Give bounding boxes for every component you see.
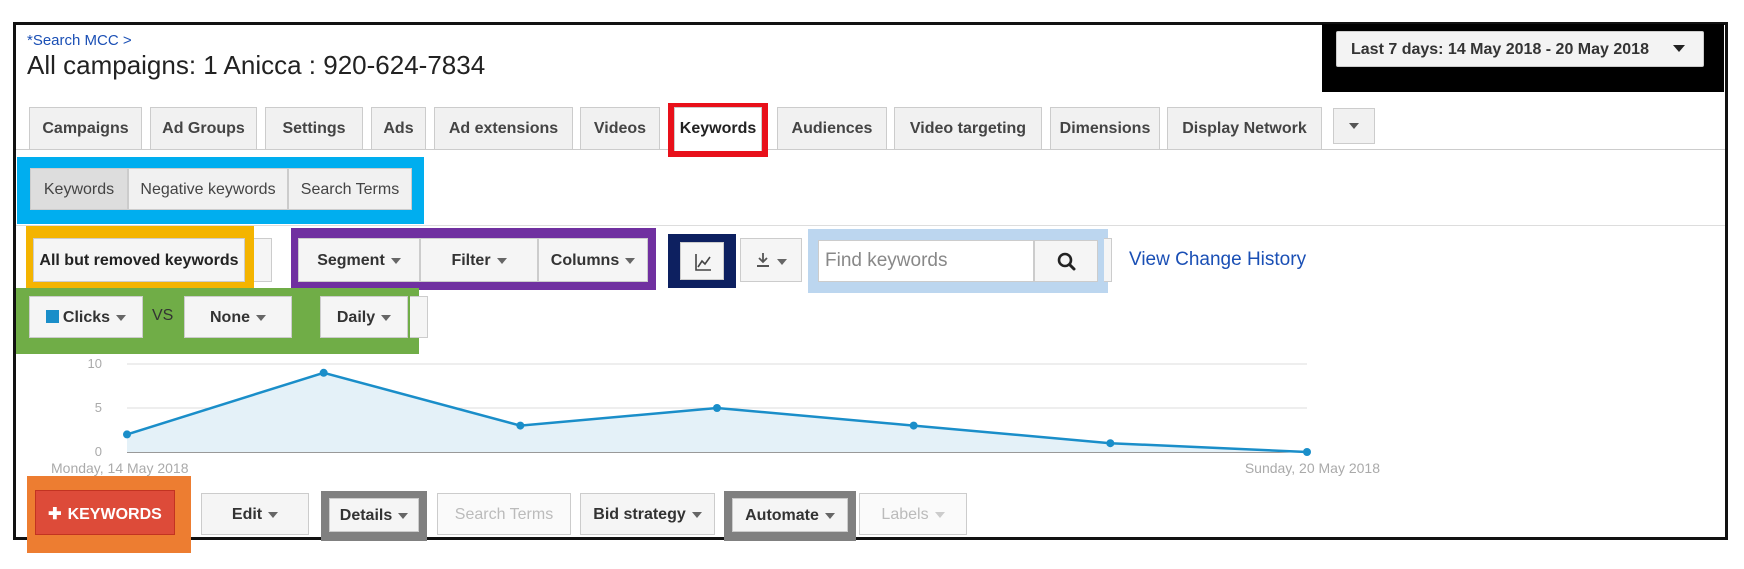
- search-terms-button[interactable]: Search Terms: [437, 493, 571, 535]
- subtab-search-terms[interactable]: Search Terms: [288, 168, 412, 210]
- caret-down-icon: [390, 257, 401, 264]
- tab-ad-extensions[interactable]: Ad extensions: [434, 107, 573, 149]
- download-icon: [757, 253, 769, 267]
- caret-down-icon: [934, 511, 945, 518]
- add-keywords-button[interactable]: ✚ KEYWORDS: [35, 490, 175, 535]
- page-title: All campaigns: 1 Anicca : 920-624-7834: [27, 50, 486, 80]
- tab-ad-groups[interactable]: Ad Groups: [150, 107, 257, 149]
- caret-down-icon: [116, 314, 127, 321]
- add-keywords-label: KEYWORDS: [67, 506, 162, 523]
- caret-down-icon: [691, 511, 702, 518]
- y-tick-label: 5: [95, 400, 102, 415]
- segment-label: Segment: [317, 252, 385, 269]
- interval-edge: [410, 296, 428, 338]
- clicks-chart: 0 5 10 Monday, 14 May 2018 Sunday, 20 May 20…: [51, 356, 1380, 476]
- data-point: [909, 421, 918, 430]
- breadcrumb[interactable]: *Search MCC >: [27, 32, 132, 49]
- details-label: Details: [339, 507, 393, 524]
- details-button[interactable]: Details: [329, 498, 419, 532]
- caret-down-icon: [496, 257, 507, 264]
- subtab-negative-keywords[interactable]: Negative keywords: [128, 168, 288, 210]
- tab-display-network[interactable]: Display Network: [1167, 107, 1322, 149]
- tab-audiences[interactable]: Audiences: [777, 107, 887, 149]
- more-tabs-button[interactable]: [1333, 108, 1375, 144]
- tab-keywords[interactable]: Keywords: [674, 107, 762, 151]
- data-point: [319, 368, 328, 377]
- interval-selector[interactable]: Daily: [320, 296, 408, 338]
- view-change-history-link[interactable]: View Change History: [1129, 249, 1306, 271]
- data-point: [1106, 439, 1115, 448]
- tab-campaigns[interactable]: Campaigns: [29, 107, 142, 149]
- caret-down-icon: [625, 257, 636, 264]
- caret-down-icon: [381, 314, 392, 321]
- edit-button[interactable]: Edit: [201, 493, 309, 535]
- tab-settings[interactable]: Settings: [265, 107, 363, 149]
- interval-label: Daily: [336, 309, 376, 326]
- edit-label: Edit: [231, 506, 263, 523]
- tab-ads[interactable]: Ads: [371, 107, 426, 149]
- caret-down-icon: [824, 512, 835, 519]
- x-end-label: Sunday, 20 May 2018: [1245, 460, 1380, 476]
- caret-down-icon: [1349, 123, 1359, 129]
- plus-icon: ✚: [48, 506, 62, 523]
- status-filter-button[interactable]: All but removed keywords: [33, 238, 245, 282]
- line-chart-icon: [695, 254, 711, 271]
- labels-button[interactable]: Labels: [859, 493, 967, 535]
- caret-down-icon: [256, 314, 266, 321]
- chart-toggle-button[interactable]: [680, 242, 724, 280]
- segment-button[interactable]: Segment: [298, 238, 420, 282]
- data-point: [516, 421, 525, 430]
- date-range-selector[interactable]: Last 7 days: 14 May 2018 - 20 May 2018: [1336, 31, 1704, 67]
- section-divider: [16, 225, 1725, 226]
- caret-down-icon: [398, 512, 409, 519]
- x-start-label: Monday, 14 May 2018: [51, 460, 189, 476]
- columns-label: Columns: [550, 252, 620, 269]
- filter-button[interactable]: Filter: [420, 238, 538, 282]
- vs-label: VS: [152, 307, 174, 324]
- metric-1-selector[interactable]: Clicks: [29, 296, 143, 338]
- search-button[interactable]: [1034, 240, 1098, 282]
- bid-strategy-button[interactable]: Bid strategy: [580, 493, 715, 535]
- labels-label: Labels: [881, 506, 929, 523]
- data-point: [1303, 448, 1311, 456]
- automate-label: Automate: [745, 507, 819, 524]
- tabs-divider: [16, 149, 1725, 150]
- series-color-swatch: [45, 310, 59, 323]
- search-edge: [1104, 238, 1112, 282]
- metric-1-label: Clicks: [62, 309, 111, 326]
- tab-dimensions[interactable]: Dimensions: [1050, 107, 1160, 149]
- metric-2-selector[interactable]: None: [184, 296, 292, 338]
- search-icon: [1057, 252, 1076, 271]
- series-area: [127, 372, 1307, 452]
- y-tick-label: 10: [88, 356, 102, 371]
- date-range-label: Last 7 days: 14 May 2018 - 20 May 2018: [1351, 41, 1649, 58]
- y-tick-label: 0: [95, 444, 102, 459]
- data-point: [713, 404, 721, 412]
- status-filter-edge: [254, 238, 272, 282]
- keyword-search-input[interactable]: [818, 240, 1034, 282]
- columns-button[interactable]: Columns: [538, 238, 648, 282]
- bid-strategy-label: Bid strategy: [593, 506, 686, 523]
- subtab-keywords[interactable]: Keywords: [30, 168, 128, 210]
- caret-down-icon: [268, 511, 279, 518]
- tab-videos[interactable]: Videos: [580, 107, 660, 149]
- caret-down-icon: [777, 258, 787, 265]
- caret-down-icon: [1673, 45, 1685, 52]
- filter-label: Filter: [451, 252, 491, 269]
- tab-video-targeting[interactable]: Video targeting: [894, 107, 1042, 149]
- automate-button[interactable]: Automate: [732, 498, 848, 532]
- download-button[interactable]: [740, 238, 802, 282]
- metric-2-label: None: [210, 309, 250, 326]
- data-point: [123, 430, 131, 439]
